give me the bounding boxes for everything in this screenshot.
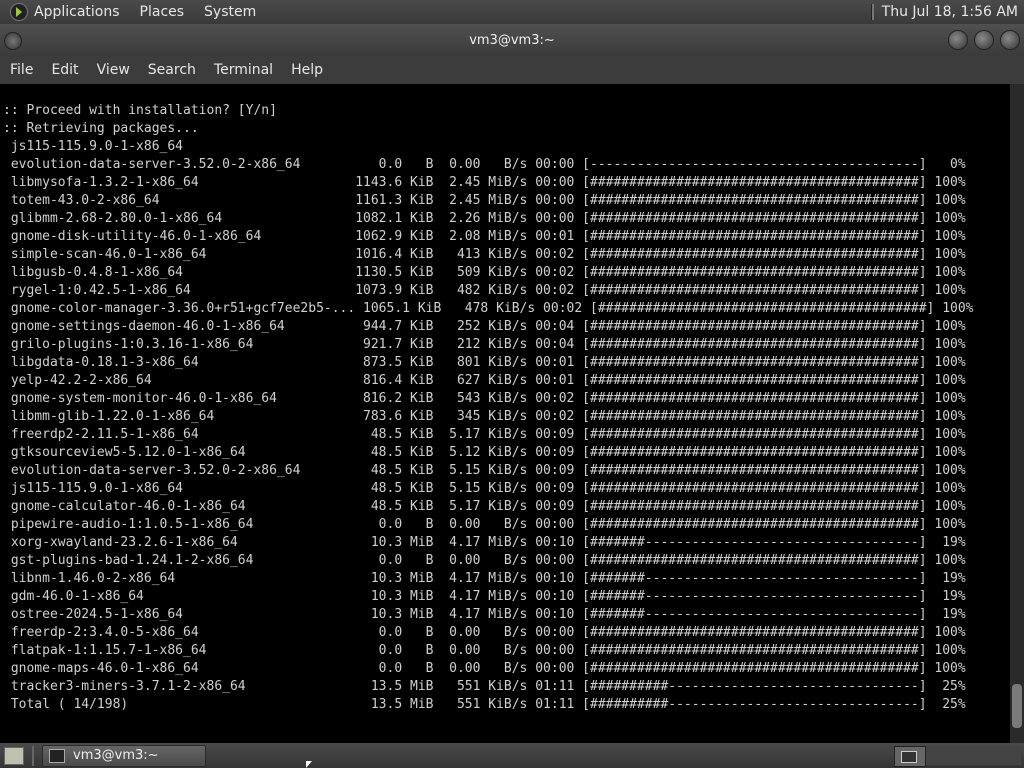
- terminal-scrollbar[interactable]: [1010, 84, 1024, 743]
- terminal-line: :: Retrieving packages...: [3, 121, 199, 136]
- terminal-line: :: Proceed with installation? [Y/n]: [3, 103, 277, 118]
- terminal-line: simple-scan-46.0-1-x86_64 1016.4 KiB 413…: [3, 247, 966, 262]
- terminal-line: glibmm-2.68-2.80.0-1-x86_64 1082.1 KiB 2…: [3, 211, 966, 226]
- top-panel: Applications Places System Thu Jul 18, 1…: [0, 0, 1024, 24]
- terminal-line: Total ( 14/198) 13.5 MiB 551 KiB/s 01:11…: [3, 697, 966, 712]
- window-title: vm3@vm3:~: [469, 32, 555, 48]
- panel-separator: [870, 4, 874, 20]
- menu-edit[interactable]: Edit: [51, 60, 78, 80]
- terminal-line: evolution-data-server-3.52.0-2-x86_64 0.…: [3, 157, 966, 172]
- menu-view[interactable]: View: [97, 60, 130, 80]
- window-controls: [948, 30, 1020, 50]
- terminal-line: libmm-glib-1.22.0-1-x86_64 783.6 KiB 345…: [3, 409, 966, 424]
- panel-separator: [32, 745, 34, 766]
- terminal-line: freerdp-2:3.4.0-5-x86_64 0.0 B 0.00 B/s …: [3, 625, 966, 640]
- terminal-line: gnome-system-monitor-46.0-1-x86_64 816.2…: [3, 391, 966, 406]
- terminal-line: xorg-xwayland-23.2.6-1-x86_64 10.3 MiB 4…: [3, 535, 966, 550]
- menu-applications[interactable]: Applications: [34, 4, 120, 20]
- workspace-switcher[interactable]: [894, 746, 926, 767]
- menu-terminal[interactable]: Terminal: [214, 60, 273, 80]
- bottom-panel: vm3@vm3:~: [0, 743, 1024, 768]
- window-menubar: File Edit View Search Terminal Help: [0, 56, 1024, 84]
- terminal-line: libgusb-0.4.8-1-x86_64 1130.5 KiB 509 Ki…: [3, 265, 966, 280]
- terminal-line: yelp-42.2-2-x86_64 816.4 KiB 627 KiB/s 0…: [3, 373, 966, 388]
- workspace-1[interactable]: [901, 751, 917, 763]
- terminal-window: vm3@vm3:~ File Edit View Search Terminal…: [0, 24, 1024, 743]
- menu-search[interactable]: Search: [148, 60, 196, 80]
- terminal-line: flatpak-1:1.15.7-1-x86_64 0.0 B 0.00 B/s…: [3, 643, 966, 658]
- terminal-line: gdm-46.0-1-x86_64 10.3 MiB 4.17 MiB/s 00…: [3, 589, 966, 604]
- terminal-line: rygel-1:0.42.5-1-x86_64 1073.9 KiB 482 K…: [3, 283, 966, 298]
- terminal-line: ostree-2024.5-1-x86_64 10.3 MiB 4.17 MiB…: [3, 607, 966, 622]
- menu-places[interactable]: Places: [140, 4, 185, 20]
- taskbar-label: vm3@vm3:~: [73, 748, 159, 763]
- terminal-output-area[interactable]: :: Proceed with installation? [Y/n]:: Re…: [0, 84, 1024, 743]
- distro-logo-icon[interactable]: [10, 3, 28, 21]
- terminal-line: pipewire-audio-1:1.0.5-1-x86_64 0.0 B 0.…: [3, 517, 966, 532]
- taskbar-button-terminal[interactable]: vm3@vm3:~: [42, 744, 206, 767]
- clock-area: Thu Jul 18, 1:56 AM: [870, 4, 1018, 20]
- menu-help[interactable]: Help: [291, 60, 323, 80]
- terminal-line: gnome-disk-utility-46.0-1-x86_64 1062.9 …: [3, 229, 966, 244]
- terminal-line: grilo-plugins-1:0.3.16-1-x86_64 921.7 Ki…: [3, 337, 966, 352]
- terminal-line: libnm-1.46.0-2-x86_64 10.3 MiB 4.17 MiB/…: [3, 571, 966, 586]
- mouse-cursor: [306, 761, 312, 768]
- terminal-line: gnome-color-manager-3.36.0+r51+gcf7ee2b5…: [3, 301, 974, 316]
- terminal-line: js115-115.9.0-1-x86_64: [3, 139, 184, 154]
- terminal-line: gnome-maps-46.0-1-x86_64 0.0 B 0.00 B/s …: [3, 661, 966, 676]
- scrollbar-thumb[interactable]: [1012, 684, 1022, 728]
- terminal-text: :: Proceed with installation? [Y/n]:: Re…: [3, 102, 1008, 714]
- terminal-line: gst-plugins-bad-1.24.1-2-x86_64 0.0 B 0.…: [3, 553, 966, 568]
- terminal-icon: [49, 748, 65, 763]
- menu-file[interactable]: File: [10, 60, 33, 80]
- minimize-icon[interactable]: [948, 30, 968, 50]
- terminal-line: gnome-settings-daemon-46.0-1-x86_64 944.…: [3, 319, 966, 334]
- terminal-line: gtksourceview5-5.12.0-1-x86_64 48.5 KiB …: [3, 445, 966, 460]
- terminal-line: js115-115.9.0-1-x86_64 48.5 KiB 5.15 KiB…: [3, 481, 966, 496]
- window-titlebar[interactable]: vm3@vm3:~: [0, 24, 1024, 56]
- terminal-line: freerdp2-2.11.5-1-x86_64 48.5 KiB 5.17 K…: [3, 427, 966, 442]
- show-desktop-icon[interactable]: [4, 746, 24, 765]
- menu-system[interactable]: System: [204, 4, 256, 20]
- window-menu-icon[interactable]: [4, 32, 22, 50]
- workspace-area: [926, 746, 1021, 765]
- maximize-icon[interactable]: [974, 30, 994, 50]
- terminal-line: gnome-calculator-46.0-1-x86_64 48.5 KiB …: [3, 499, 966, 514]
- terminal-line: evolution-data-server-3.52.0-2-x86_64 48…: [3, 463, 966, 478]
- close-icon[interactable]: [1000, 30, 1020, 50]
- terminal-line: tracker3-miners-3.7.1-2-x86_64 13.5 MiB …: [3, 679, 966, 694]
- clock[interactable]: Thu Jul 18, 1:56 AM: [882, 4, 1018, 20]
- terminal-line: libmysofa-1.3.2-1-x86_64 1143.6 KiB 2.45…: [3, 175, 966, 190]
- terminal-line: totem-43.0-2-x86_64 1161.3 KiB 2.45 MiB/…: [3, 193, 966, 208]
- terminal-line: libgdata-0.18.1-3-x86_64 873.5 KiB 801 K…: [3, 355, 966, 370]
